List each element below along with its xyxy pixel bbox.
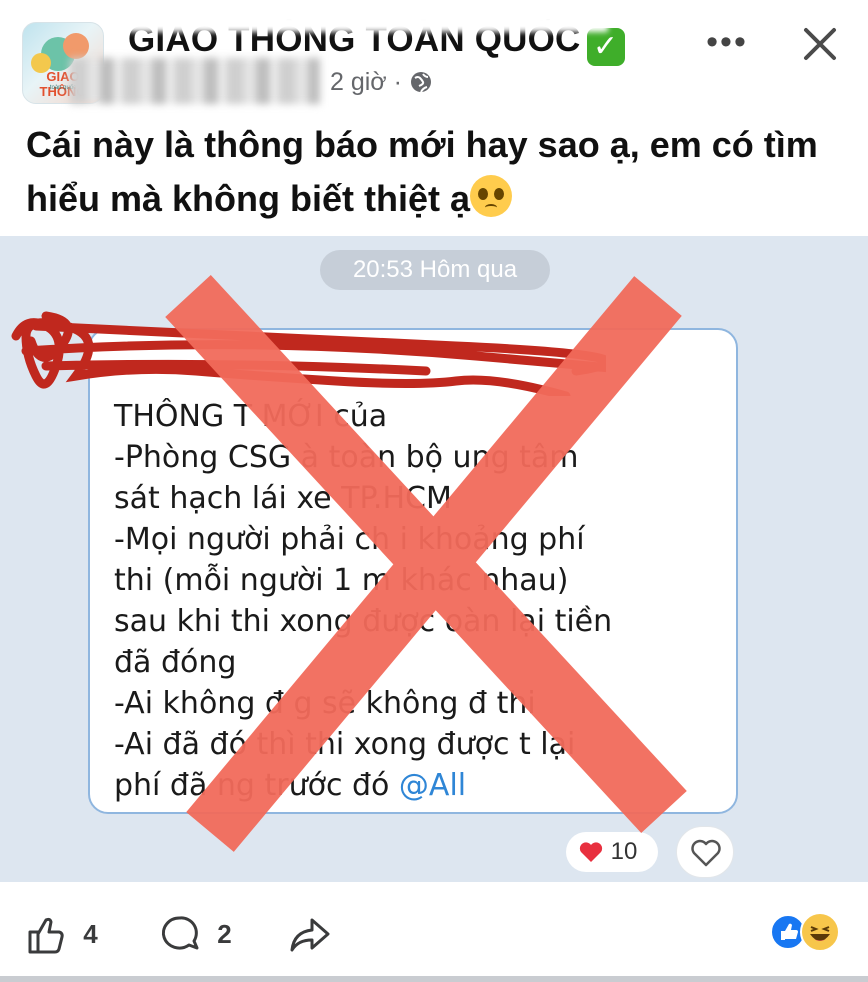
haha-icon: [800, 912, 840, 952]
more-options-button[interactable]: •••: [702, 23, 752, 66]
message-timestamp: 20:53 Hôm qua: [320, 250, 550, 290]
mention-all: @All: [398, 768, 467, 803]
reaction-summary[interactable]: [770, 912, 848, 952]
message-line: thi (mỗi người 1 m khác nhau): [114, 563, 569, 598]
like-button[interactable]: 4: [24, 910, 98, 954]
message-line-text: phí đã ng trước đó: [114, 768, 399, 803]
post-caption: Cái này là thông báo mới hay sao ạ, em c…: [26, 118, 846, 226]
react-heart-button: [676, 826, 734, 878]
caption-text: Cái này là thông báo mới hay sao ạ, em c…: [26, 124, 818, 219]
heart-icon: [579, 842, 603, 862]
message-line: -Ai không đ g sẽ không đ thi: [114, 686, 536, 721]
redaction-scribble: [11, 311, 606, 396]
like-icon: [28, 917, 64, 954]
share-button[interactable]: [286, 910, 334, 954]
avatar-shape: [63, 33, 89, 59]
message-line: sau khi thi xong được oàn lại tiền: [114, 604, 613, 639]
pleading-face-emoji-icon: [470, 175, 513, 217]
close-icon: [804, 28, 836, 60]
post-image[interactable]: 20:53 Hôm qua THÔNG T MỚI của -Phòng CSG…: [0, 236, 868, 882]
message-line: -Ai đã đó thì thi xong được t lại: [114, 727, 576, 762]
more-icon: •••: [706, 23, 748, 61]
close-button[interactable]: [796, 20, 844, 68]
blurred-author-name: [70, 58, 320, 104]
message-text: THÔNG T MỚI của -Phòng CSG à toàn bộ ung…: [114, 396, 714, 806]
post-time: 2 giờ: [330, 68, 387, 96]
message-line: phí đã ng trước đó @All: [114, 765, 714, 806]
message-reaction-count: 10: [566, 832, 658, 872]
share-icon: [290, 918, 330, 952]
verified-check-icon: ✓: [586, 28, 625, 66]
comment-icon: [161, 916, 199, 950]
comment-count: 2: [217, 919, 232, 950]
like-count: 4: [83, 919, 98, 950]
message-line: sát hạch lái xe TP.HCM: [114, 481, 452, 516]
message-line: đã đóng: [114, 645, 237, 680]
heart-outline-icon: [691, 839, 721, 867]
blurred-overlay: [128, 14, 608, 32]
comment-button[interactable]: 2: [158, 910, 232, 954]
globe-icon: [410, 72, 431, 93]
meta-separator: ·: [393, 68, 402, 96]
divider: [0, 976, 868, 982]
message-line: -Phòng CSG à toàn bộ ung tâm: [114, 440, 579, 475]
message-line: -Mọi người phải ch i khoảng phí: [114, 522, 585, 557]
reaction-count: 10: [610, 838, 638, 865]
post-actions: 4 2: [0, 882, 868, 982]
message-line: THÔNG T MỚI của: [114, 399, 388, 434]
post-meta[interactable]: 2 giờ ·: [330, 68, 433, 97]
